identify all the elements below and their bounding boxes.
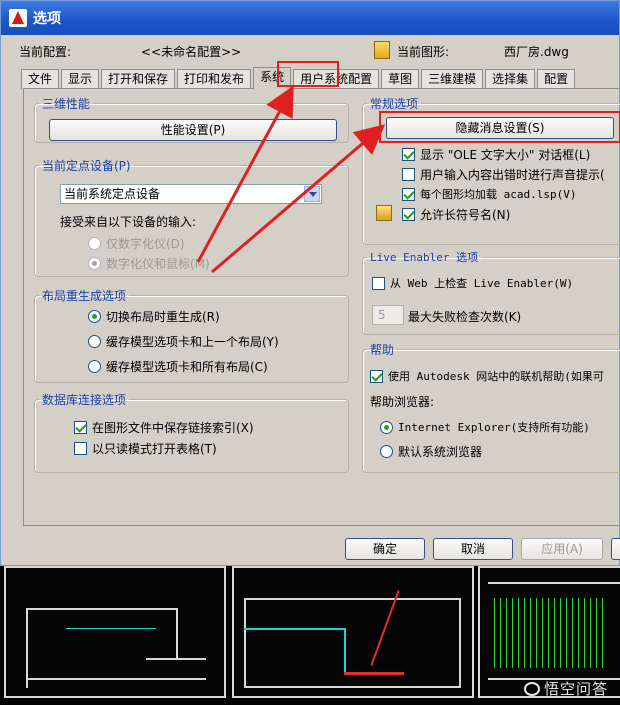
tab-open-save[interactable]: 打开和保存 [101,69,176,89]
drawing-viewport-2[interactable] [232,566,474,698]
group-help-title: 帮助 [370,343,395,357]
group-3d-performance-title: 三维性能 [42,97,91,111]
tab-system[interactable]: 系统 [253,67,292,89]
radio-indicator[interactable] [88,360,101,373]
tab-user-preferences[interactable]: 用户系统配置 [293,69,380,89]
apply-button[interactable]: 应用(A) [521,538,603,560]
checkbox-long-symbol-names[interactable]: 允许长符号名(N) [402,206,510,223]
checkbox-check-live-enabler-web-label: 从 Web 上检查 Live Enabler(W) [390,277,574,290]
cancel-button[interactable]: 取消 [433,538,513,560]
profile-row: 当前配置: <<未命名配置>> 当前图形: 西厂房.dwg [19,41,619,61]
radio-regen-on-switch-label: 切换布局时重生成(R) [106,310,220,324]
accept-input-label: 接受来自以下设备的输入: [60,215,197,229]
radio-cache-model-all-layouts[interactable]: 缓存模型选项卡和所有布局(C) [88,358,268,375]
drawing-viewport-1[interactable] [4,566,226,698]
chevron-down-icon[interactable] [304,186,320,202]
checkbox-indicator[interactable] [74,442,87,455]
checkbox-ole-text-size-label: 显示 "OLE 文字大小" 对话框(L) [420,148,591,162]
tab-display[interactable]: 显示 [61,69,100,89]
current-drawing-label: 当前图形: [397,45,450,59]
checkbox-indicator[interactable] [74,421,87,434]
radio-cache-model-last-layout[interactable]: 缓存模型选项卡和上一个布局(Y) [88,333,279,350]
checkbox-beep-on-error-label: 用户输入内容出错时进行声音提示( [420,168,605,182]
window-title: 选项 [33,11,61,27]
radio-default-browser-label: 默认系统浏览器 [398,445,483,459]
checkbox-load-acad-lsp[interactable]: 每个图形均加载 acad.lsp(V) [402,186,576,202]
tab-strip: 文件 显示 打开和保存 打印和发布 系统 用户系统配置 草图 三维建模 选择集 … [21,67,619,89]
checkbox-beep-on-error[interactable]: 用户输入内容出错时进行声音提示( [402,166,605,183]
chat-bubble-icon [523,682,540,696]
screen: 悟空问答 选项 当前配置: <<未命名配置>> 当前图形: 西厂房.dwg 文件… [0,0,620,705]
help-browser-label: 帮助浏览器: [370,395,435,409]
system-tab-page: 三维性能 性能设置(P) 当前定点设备(P) 当前系统定点设备 接受来自以下设备… [23,88,620,526]
title-bar[interactable]: 选项 [1,1,619,35]
radio-indicator[interactable] [88,310,101,323]
watermark-text: 悟空问答 [543,680,608,698]
max-failed-checks-label: 最大失败检查次数(K) [408,310,522,324]
cad-drawing-area[interactable]: 悟空问答 [0,560,620,705]
group-live-enabler-title: Live Enabler 选项 [370,251,479,264]
checkbox-load-acad-lsp-label: 每个图形均加载 acad.lsp(V) [420,188,577,201]
radio-digitizer-and-mouse[interactable]: 数字化仪和鼠标(M) [88,255,210,272]
tab-files[interactable]: 文件 [21,69,60,89]
tab-plot-publish[interactable]: 打印和发布 [177,69,252,89]
group-pointing-device-title: 当前定点设备(P) [42,159,131,173]
radio-regen-on-switch[interactable]: 切换布局时重生成(R) [88,308,220,325]
checkbox-indicator[interactable] [370,369,383,383]
radio-default-browser[interactable]: 默认系统浏览器 [380,443,482,460]
checkbox-long-symbol-names-label: 允许长符号名(N) [420,208,511,222]
current-profile-label: 当前配置: [19,45,72,59]
drawing-setting-icon [376,205,392,221]
tab-profiles[interactable]: 配置 [537,69,576,89]
checkbox-online-help-label: 使用 Autodesk 网站中的联机帮助(如果可 [388,370,604,383]
autocad-icon [9,9,27,27]
checkbox-open-tables-readonly[interactable]: 以只读模式打开表格(T) [74,440,217,457]
help-button[interactable] [611,538,620,560]
checkbox-indicator[interactable] [402,208,415,221]
current-profile-value: <<未命名配置>> [141,45,242,59]
radio-cache-model-last-layout-label: 缓存模型选项卡和上一个布局(Y) [106,335,279,349]
radio-digitizer-only[interactable]: 仅数字化仪(D) [88,235,185,252]
checkbox-online-help[interactable]: 使用 Autodesk 网站中的联机帮助(如果可 [370,368,604,384]
tab-3d-modeling[interactable]: 三维建模 [421,69,484,89]
radio-digitizer-and-mouse-label: 数字化仪和鼠标(M) [106,257,210,271]
radio-digitizer-only-label: 仅数字化仪(D) [106,237,185,251]
radio-cache-model-all-layouts-label: 缓存模型选项卡和所有布局(C) [106,360,268,374]
checkbox-ole-text-size[interactable]: 显示 "OLE 文字大小" 对话框(L) [402,146,590,163]
checkbox-indicator[interactable] [402,148,415,161]
radio-internet-explorer[interactable]: Internet Explorer(支持所有功能) [380,419,590,435]
current-drawing-value: 西厂房.dwg [504,45,569,59]
drawing-icon [374,41,390,59]
pointing-device-select[interactable]: 当前系统定点设备 [60,184,322,204]
checkbox-open-tables-readonly-label: 以只读模式打开表格(T) [92,442,217,456]
group-layout-regen-title: 布局重生成选项 [42,289,127,303]
options-dialog: 选项 当前配置: <<未命名配置>> 当前图形: 西厂房.dwg 文件 显示 打… [0,0,620,566]
radio-internet-explorer-label: Internet Explorer(支持所有功能) [398,421,590,434]
performance-settings-button[interactable]: 性能设置(P) [49,119,337,141]
checkbox-indicator[interactable] [372,276,385,290]
radio-indicator[interactable] [88,335,101,348]
max-failed-checks-input[interactable]: 5 [372,305,404,325]
group-general-options-title: 常规选项 [370,97,419,111]
checkbox-indicator[interactable] [402,187,415,201]
radio-indicator[interactable] [380,420,393,434]
tab-selection[interactable]: 选择集 [485,69,536,89]
checkbox-save-link-index[interactable]: 在图形文件中保存链接索引(X) [74,419,254,436]
checkbox-save-link-index-label: 在图形文件中保存链接索引(X) [92,421,254,435]
tab-drafting[interactable]: 草图 [381,69,420,89]
group-db-connect-title: 数据库连接选项 [42,393,127,407]
hidden-messages-settings-button[interactable]: 隐藏消息设置(S) [386,117,614,139]
checkbox-check-live-enabler-web[interactable]: 从 Web 上检查 Live Enabler(W) [372,275,573,291]
checkbox-indicator[interactable] [402,168,415,181]
radio-indicator[interactable] [88,237,101,250]
radio-indicator[interactable] [88,257,101,270]
radio-indicator[interactable] [380,445,393,458]
pointing-device-select-value: 当前系统定点设备 [64,187,161,201]
ok-button[interactable]: 确定 [345,538,425,560]
watermark: 悟空问答 [523,678,608,699]
